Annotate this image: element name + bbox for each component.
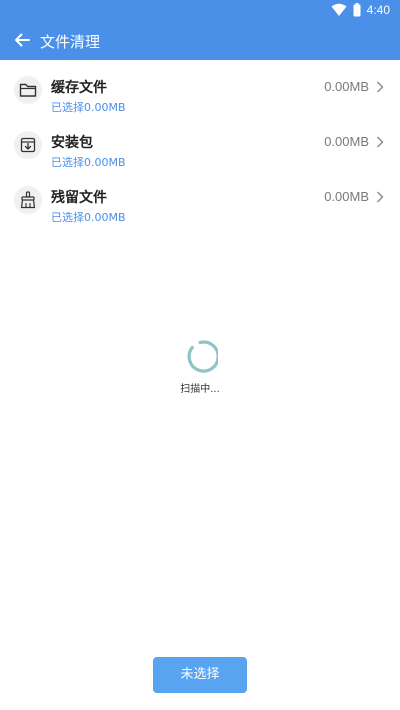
package-download-icon	[14, 131, 42, 159]
item-selected-size: 已选择0.00MB	[51, 101, 126, 114]
status-time: 4:40	[366, 3, 390, 17]
status-icons: 4:40	[331, 3, 390, 17]
list-item-cache-files[interactable]: 缓存文件 已选择0.00MB 0.00MB	[0, 60, 400, 115]
back-arrow-icon	[14, 32, 30, 52]
scanning-label: 扫描中...	[180, 384, 220, 395]
status-bar: 4:40	[0, 0, 400, 24]
item-size: 0.00MB	[324, 189, 369, 204]
loading-spinner-icon	[182, 339, 220, 375]
battery-icon	[353, 3, 361, 17]
item-title: 残留文件	[51, 190, 107, 206]
item-title: 缓存文件	[51, 80, 107, 96]
list-item-install-packages[interactable]: 安装包 已选择0.00MB 0.00MB	[0, 115, 400, 170]
list-item-residual-files[interactable]: 残留文件 已选择0.00MB 0.00MB	[0, 170, 400, 225]
item-size: 0.00MB	[324, 79, 369, 94]
unselected-button[interactable]: 未选择	[153, 657, 247, 693]
app-bar: 文件清理	[0, 24, 400, 60]
page-title: 文件清理	[40, 33, 101, 51]
item-title: 安装包	[51, 135, 93, 151]
item-size: 0.00MB	[324, 134, 369, 149]
item-selected-size: 已选择0.00MB	[51, 211, 126, 224]
chevron-right-icon	[374, 79, 386, 95]
chevron-right-icon	[374, 134, 386, 150]
item-selected-size: 已选择0.00MB	[51, 156, 126, 169]
wifi-icon	[331, 3, 347, 17]
file-category-list: 缓存文件 已选择0.00MB 0.00MB 安装包 已选择0.00MB 0.00…	[0, 60, 400, 225]
chevron-right-icon	[374, 189, 386, 205]
folder-icon	[14, 76, 42, 104]
broom-icon	[14, 186, 42, 214]
back-button[interactable]	[8, 28, 36, 56]
